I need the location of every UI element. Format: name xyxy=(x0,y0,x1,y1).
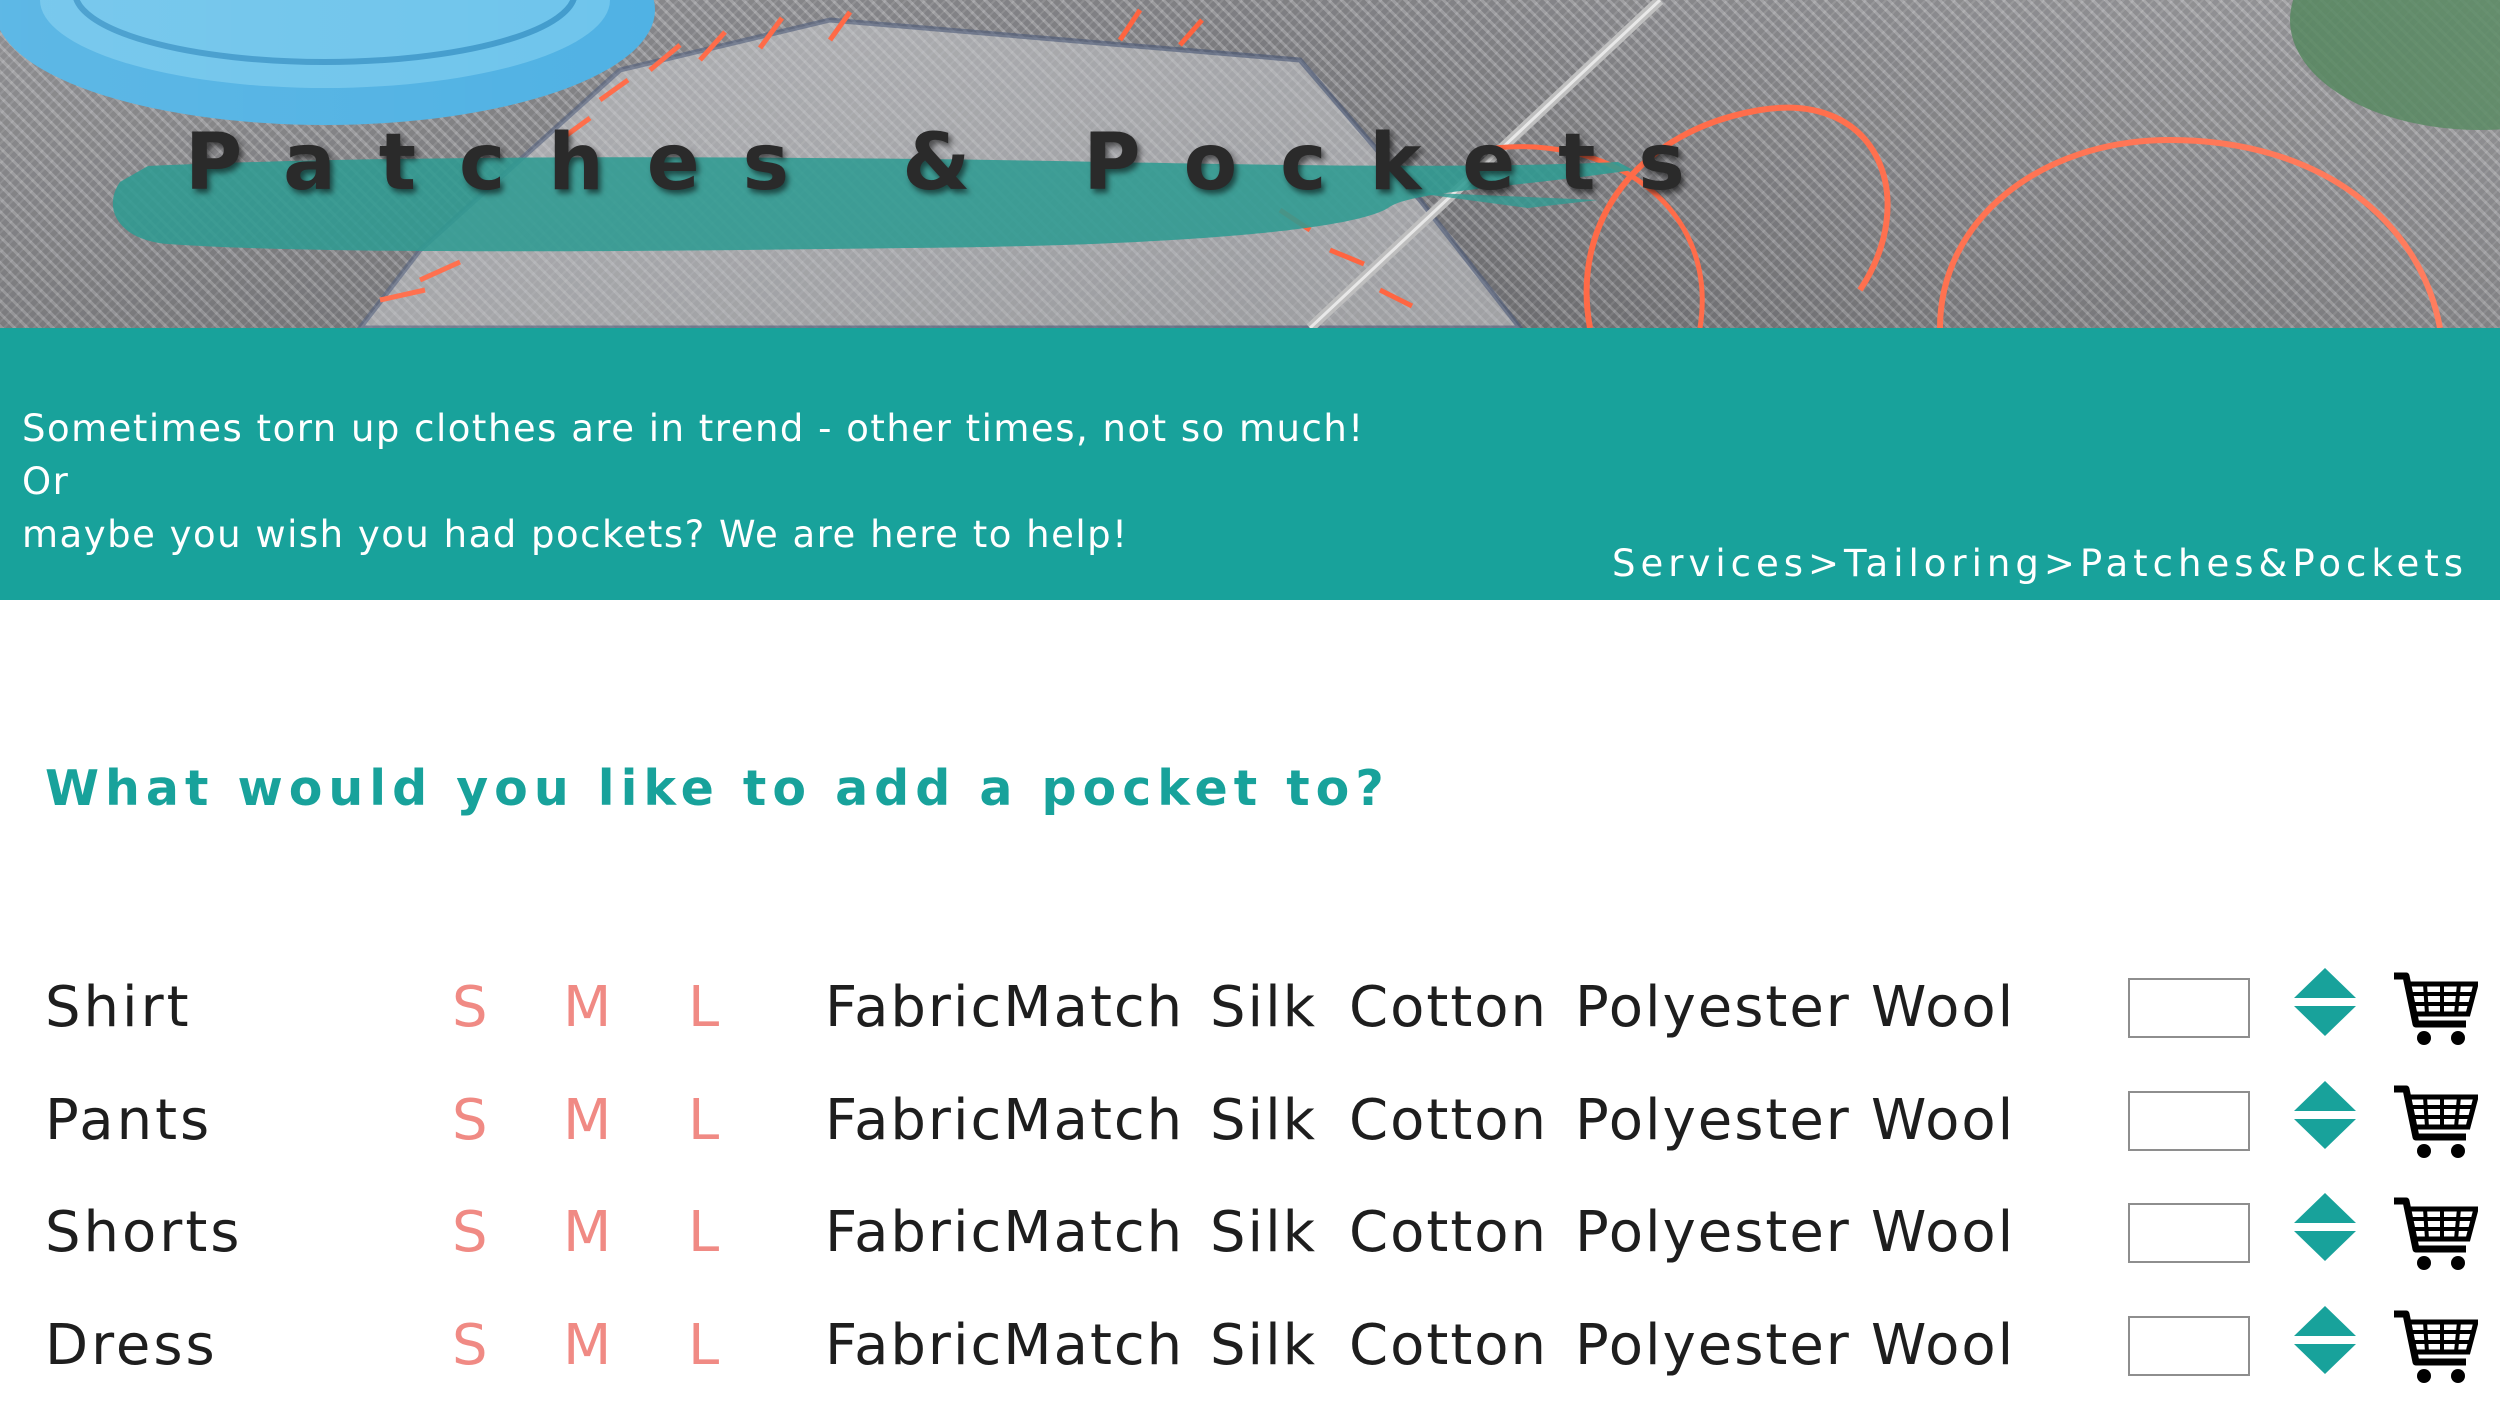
size-option-l[interactable]: L xyxy=(688,1177,719,1289)
fabric-option-polyester[interactable]: Polyester xyxy=(1575,1065,1851,1177)
size-option-m[interactable]: M xyxy=(563,1177,611,1289)
fabric-option-silk[interactable]: Silk xyxy=(1210,1290,1317,1402)
intro-line-2: maybe you wish you had pockets? We are h… xyxy=(22,513,1129,556)
add-to-cart-icon[interactable] xyxy=(2392,1306,2478,1386)
fabric-option-cotton[interactable]: Cotton xyxy=(1349,1065,1548,1177)
fabric-option-cotton[interactable]: Cotton xyxy=(1349,952,1548,1064)
fabric-option-cotton[interactable]: Cotton xyxy=(1349,1290,1548,1402)
fabric-option-wool[interactable]: Wool xyxy=(1871,952,2015,1064)
fabric-option-wool[interactable]: Wool xyxy=(1871,1065,2015,1177)
fabric-option-wool[interactable]: Wool xyxy=(1871,1290,2015,1402)
quantity-stepper[interactable] xyxy=(2292,1079,2358,1151)
intro-line-1: Sometimes torn up clothes are in trend -… xyxy=(22,407,1365,503)
fabric-option-silk[interactable]: Silk xyxy=(1210,952,1317,1064)
fabric-option-polyester[interactable]: Polyester xyxy=(1575,952,1851,1064)
fabric-option-fabricmatch[interactable]: FabricMatch xyxy=(825,952,1184,1064)
size-option-l[interactable]: L xyxy=(688,952,719,1064)
quantity-input[interactable] xyxy=(2128,978,2250,1038)
breadcrumb-tailoring[interactable]: Tailoring xyxy=(1844,542,2044,585)
stepper-down-icon[interactable] xyxy=(2292,1117,2358,1151)
stepper-up-icon[interactable] xyxy=(2292,1079,2358,1113)
item-row-dress: Dress S M L FabricMatch Silk Cotton Poly… xyxy=(0,1290,2500,1402)
item-name: Pants xyxy=(45,1088,213,1153)
item-name: Shirt xyxy=(45,975,192,1040)
size-option-s[interactable]: S xyxy=(452,1177,488,1289)
fabric-option-silk[interactable]: Silk xyxy=(1210,1177,1317,1289)
breadcrumb-services[interactable]: Services xyxy=(1612,542,1808,585)
size-option-l[interactable]: L xyxy=(688,1065,719,1177)
breadcrumb-separator: > xyxy=(1808,542,1845,585)
size-option-s[interactable]: S xyxy=(452,1290,488,1402)
page-title: Patches & Pockets xyxy=(185,118,1728,208)
stepper-up-icon[interactable] xyxy=(2292,1191,2358,1225)
hero-banner: Patches & Pockets xyxy=(0,0,2500,328)
fabric-option-fabricmatch[interactable]: FabricMatch xyxy=(825,1065,1184,1177)
stepper-down-icon[interactable] xyxy=(2292,1229,2358,1263)
intro-text: Sometimes torn up clothes are in trend -… xyxy=(22,402,1422,561)
size-option-s[interactable]: S xyxy=(452,952,488,1064)
size-option-m[interactable]: M xyxy=(563,952,611,1064)
quantity-stepper[interactable] xyxy=(2292,966,2358,1038)
fabric-option-cotton[interactable]: Cotton xyxy=(1349,1177,1548,1289)
breadcrumb-current[interactable]: Patches&Pockets xyxy=(2080,542,2468,585)
stepper-up-icon[interactable] xyxy=(2292,1304,2358,1338)
quantity-stepper[interactable] xyxy=(2292,1304,2358,1376)
size-option-s[interactable]: S xyxy=(452,1065,488,1177)
add-to-cart-icon[interactable] xyxy=(2392,1193,2478,1273)
breadcrumb: Services>Tailoring>Patches&Pockets xyxy=(1612,542,2468,585)
item-name: Dress xyxy=(45,1313,218,1378)
quantity-input[interactable] xyxy=(2128,1203,2250,1263)
quantity-input[interactable] xyxy=(2128,1091,2250,1151)
fabric-option-wool[interactable]: Wool xyxy=(1871,1177,2015,1289)
fabric-option-fabricmatch[interactable]: FabricMatch xyxy=(825,1290,1184,1402)
quantity-stepper[interactable] xyxy=(2292,1191,2358,1263)
quantity-input[interactable] xyxy=(2128,1316,2250,1376)
stepper-down-icon[interactable] xyxy=(2292,1342,2358,1376)
stepper-up-icon[interactable] xyxy=(2292,966,2358,1000)
item-row-shirt: Shirt S M L FabricMatch Silk Cotton Poly… xyxy=(0,952,2500,1064)
size-option-m[interactable]: M xyxy=(563,1290,611,1402)
item-name: Shorts xyxy=(45,1200,243,1265)
section-question: What would you like to add a pocket to? xyxy=(45,760,1390,817)
intro-band: Sometimes torn up clothes are in trend -… xyxy=(0,328,2500,600)
size-option-m[interactable]: M xyxy=(563,1065,611,1177)
item-row-shorts: Shorts S M L FabricMatch Silk Cotton Pol… xyxy=(0,1177,2500,1289)
stepper-down-icon[interactable] xyxy=(2292,1004,2358,1038)
fabric-option-polyester[interactable]: Polyester xyxy=(1575,1290,1851,1402)
item-row-pants: Pants S M L FabricMatch Silk Cotton Poly… xyxy=(0,1065,2500,1177)
fabric-option-silk[interactable]: Silk xyxy=(1210,1065,1317,1177)
add-to-cart-icon[interactable] xyxy=(2392,1081,2478,1161)
add-to-cart-icon[interactable] xyxy=(2392,968,2478,1048)
fabric-option-fabricmatch[interactable]: FabricMatch xyxy=(825,1177,1184,1289)
breadcrumb-separator: > xyxy=(2043,542,2080,585)
fabric-option-polyester[interactable]: Polyester xyxy=(1575,1177,1851,1289)
size-option-l[interactable]: L xyxy=(688,1290,719,1402)
